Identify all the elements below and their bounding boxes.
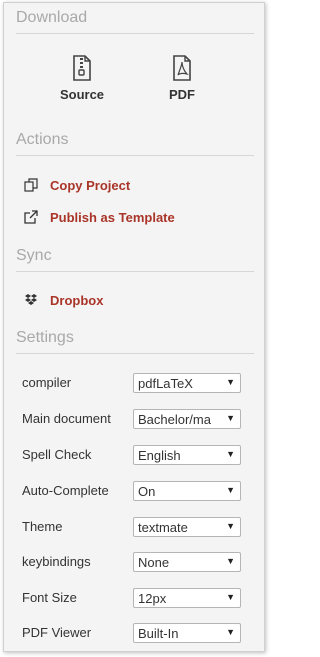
spell-check-select-value: English — [138, 448, 181, 463]
setting-font-size: Font Size 12px ▼ — [22, 588, 248, 610]
setting-pdf-viewer-label: PDF Viewer — [22, 625, 92, 640]
setting-auto-complete: Auto-Complete On ▼ — [22, 481, 248, 503]
chevron-down-icon: ▼ — [226, 413, 235, 423]
auto-complete-select-value: On — [138, 484, 156, 499]
copy-icon — [24, 178, 38, 192]
auto-complete-select[interactable]: On ▼ — [133, 481, 241, 501]
publish-as-template-label: Publish as Template — [50, 209, 175, 225]
setting-theme: Theme textmate ▼ — [22, 517, 248, 539]
settings-section-title: Settings — [16, 329, 74, 346]
setting-compiler: compiler pdfLaTeX ▼ — [22, 373, 248, 395]
setting-main-document-label: Main document — [22, 411, 111, 426]
setting-theme-label: Theme — [22, 519, 63, 534]
setting-font-size-label: Font Size — [22, 590, 77, 605]
setting-keybindings-label: keybindings — [22, 554, 91, 569]
spell-check-select[interactable]: English ▼ — [133, 445, 241, 465]
download-source-button[interactable]: Source — [52, 55, 112, 102]
dropbox-link[interactable]: Dropbox — [24, 291, 103, 309]
download-pdf-label: PDF — [169, 87, 195, 102]
external-link-icon — [24, 210, 38, 224]
sync-divider — [16, 271, 254, 272]
chevron-down-icon: ▼ — [226, 627, 235, 637]
actions-section-title: Actions — [16, 131, 69, 148]
theme-select[interactable]: textmate ▼ — [133, 517, 241, 537]
download-source-label: Source — [59, 87, 105, 102]
chevron-down-icon: ▼ — [226, 556, 235, 566]
theme-select-value: textmate — [138, 520, 188, 535]
font-size-select-value: 12px — [138, 591, 167, 606]
setting-pdf-viewer: PDF Viewer Built-In ▼ — [22, 623, 248, 645]
settings-divider — [16, 353, 254, 354]
keybindings-select-value: None — [138, 555, 170, 570]
file-zip-icon — [73, 55, 91, 81]
chevron-down-icon: ▼ — [226, 521, 235, 531]
dropbox-icon — [25, 294, 37, 305]
download-pdf-button[interactable]: PDF — [152, 55, 212, 102]
publish-as-template-link[interactable]: Publish as Template — [24, 208, 175, 226]
dropbox-label: Dropbox — [50, 292, 104, 308]
copy-project-link[interactable]: Copy Project — [24, 176, 130, 194]
setting-keybindings: keybindings None ▼ — [22, 552, 248, 574]
setting-main-document: Main document Bachelor/ma ▼ — [22, 409, 248, 431]
setting-auto-complete-label: Auto-Complete — [22, 483, 109, 498]
pdf-viewer-select-value: Built-In — [138, 626, 179, 641]
actions-divider — [16, 155, 254, 156]
setting-spell-check: Spell Check English ▼ — [22, 445, 248, 467]
copy-project-label: Copy Project — [50, 177, 131, 193]
chevron-down-icon: ▼ — [226, 449, 235, 459]
compiler-select-value: pdfLaTeX — [138, 376, 193, 391]
download-divider — [16, 33, 254, 34]
chevron-down-icon: ▼ — [226, 485, 235, 495]
sync-section-title: Sync — [16, 247, 52, 264]
download-section-title: Download — [16, 9, 88, 26]
chevron-down-icon: ▼ — [226, 377, 235, 387]
setting-compiler-label: compiler — [22, 375, 72, 390]
setting-spell-check-label: Spell Check — [22, 447, 92, 462]
chevron-down-icon: ▼ — [226, 592, 235, 602]
font-size-select[interactable]: 12px ▼ — [133, 588, 241, 608]
keybindings-select[interactable]: None ▼ — [133, 552, 241, 572]
project-menu-panel: Download Source PDF Actions Copy Project — [3, 2, 265, 652]
main-document-select-value: Bachelor/ma — [138, 412, 211, 427]
pdf-viewer-select[interactable]: Built-In ▼ — [133, 623, 241, 643]
file-pdf-icon — [173, 55, 191, 81]
main-document-select[interactable]: Bachelor/ma ▼ — [133, 409, 241, 429]
compiler-select[interactable]: pdfLaTeX ▼ — [133, 373, 241, 393]
